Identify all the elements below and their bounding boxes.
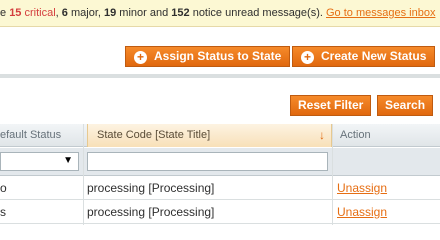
default-status-filter-select[interactable]: ▼ bbox=[0, 152, 79, 171]
reset-filter-button[interactable]: Reset Filter bbox=[290, 95, 372, 116]
header-divider bbox=[0, 74, 440, 78]
state-code-cell: processing [Processing] bbox=[87, 181, 215, 195]
create-new-status-button[interactable]: + Create New Status bbox=[292, 46, 436, 67]
critical-count: 15 bbox=[9, 7, 22, 19]
state-code-header-label: State Code [State Title] bbox=[97, 129, 211, 141]
grid-filter-row: ▼ bbox=[0, 148, 440, 176]
notice-label: notice unread message(s). bbox=[189, 7, 323, 19]
minor-count: 19 bbox=[104, 7, 117, 19]
dropdown-arrow-icon: ▼ bbox=[63, 155, 73, 166]
grid-header-row: efault Status State Code [State Title] ↓… bbox=[0, 124, 440, 147]
search-button[interactable]: Search bbox=[377, 95, 434, 116]
unassign-link[interactable]: Unassign bbox=[337, 177, 387, 200]
sort-down-arrow-icon: ↓ bbox=[319, 128, 325, 142]
assign-status-to-state-button[interactable]: + Assign Status to State bbox=[125, 46, 291, 67]
notice-count: 152 bbox=[171, 7, 190, 19]
plus-circle-icon: + bbox=[134, 51, 147, 64]
column-header-default-status[interactable]: efault Status bbox=[0, 124, 79, 147]
column-header-state-code[interactable]: State Code [State Title] ↓ bbox=[87, 124, 332, 147]
messages-prefix: e bbox=[0, 7, 10, 19]
default-status-cell: o bbox=[0, 181, 7, 195]
column-header-action: Action bbox=[340, 129, 371, 141]
critical-label: critical bbox=[21, 7, 56, 19]
column-divider bbox=[332, 124, 333, 225]
unassign-link[interactable]: Unassign bbox=[337, 201, 387, 224]
system-messages-text: e 15 critical, 6 major, 19 minor and 152… bbox=[0, 7, 435, 19]
state-code-cell: processing [Processing] bbox=[87, 205, 215, 219]
plus-circle-icon: + bbox=[301, 51, 314, 64]
table-row: o processing [Processing] Unassign bbox=[0, 177, 440, 200]
create-status-label: Create New Status bbox=[321, 49, 427, 63]
default-status-cell: s bbox=[0, 205, 6, 219]
assign-status-label: Assign Status to State bbox=[154, 49, 282, 63]
major-label: major, bbox=[67, 7, 104, 19]
messages-inbox-link[interactable]: Go to messages inbox bbox=[326, 7, 435, 19]
system-messages-bar: e 15 critical, 6 major, 19 minor and 152… bbox=[0, 0, 440, 27]
minor-label: minor and bbox=[116, 7, 172, 19]
column-divider bbox=[83, 124, 84, 225]
state-code-filter-input[interactable] bbox=[87, 152, 328, 171]
table-row: s processing [Processing] Unassign bbox=[0, 201, 440, 224]
